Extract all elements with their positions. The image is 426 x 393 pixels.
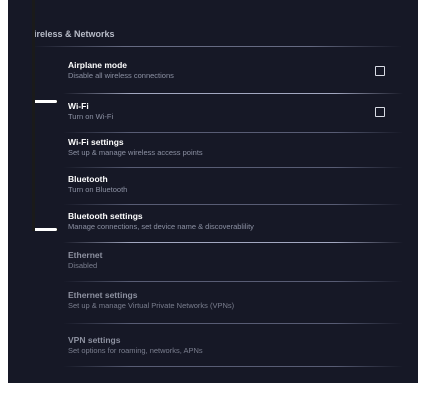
section-header: ireless & Networks — [34, 29, 115, 39]
divider — [63, 167, 403, 168]
setting-subtitle: Turn on Wi-Fi — [68, 112, 114, 121]
annotation-bracket-bottom-highlight — [35, 228, 57, 231]
setting-subtitle: Turn on Bluetooth — [68, 185, 128, 194]
divider — [63, 132, 403, 133]
divider — [63, 281, 403, 282]
setting-subtitle: Disable all wireless connections — [68, 71, 174, 80]
setting-airplane-mode[interactable]: Airplane mode Disable all wireless conne… — [68, 60, 398, 96]
setting-title: Airplane mode — [68, 60, 128, 70]
divider — [63, 93, 403, 94]
setting-subtitle: Set up & manage wireless access points — [68, 148, 203, 157]
divider — [63, 366, 403, 367]
airplane-mode-checkbox[interactable] — [375, 66, 385, 76]
section-header-divider — [32, 46, 402, 47]
wifi-checkbox[interactable] — [375, 107, 385, 117]
setting-title: Ethernet settings — [68, 290, 138, 300]
setting-subtitle: Disabled — [68, 261, 98, 270]
setting-title: Wi-Fi — [68, 101, 89, 111]
setting-subtitle: Set options for roaming, networks, APNs — [68, 346, 203, 355]
settings-screen: ireless & Networks Airplane mode Disable… — [8, 0, 418, 383]
divider — [63, 242, 403, 243]
setting-subtitle: Manage connections, set device name & di… — [68, 222, 254, 231]
setting-title: Bluetooth — [68, 174, 108, 184]
divider — [63, 204, 403, 205]
annotation-bracket-line — [32, 0, 35, 231]
setting-title: Bluetooth settings — [68, 211, 143, 221]
setting-title: Wi-Fi settings — [68, 137, 124, 147]
setting-ethernet-settings[interactable]: Ethernet settings Set up & manage Virtua… — [68, 290, 398, 326]
annotation-bracket-top-highlight — [35, 100, 57, 103]
divider — [63, 323, 403, 324]
setting-title: Ethernet — [68, 250, 103, 260]
setting-subtitle: Set up & manage Virtual Private Networks… — [68, 301, 235, 310]
setting-title: VPN settings — [68, 335, 121, 345]
